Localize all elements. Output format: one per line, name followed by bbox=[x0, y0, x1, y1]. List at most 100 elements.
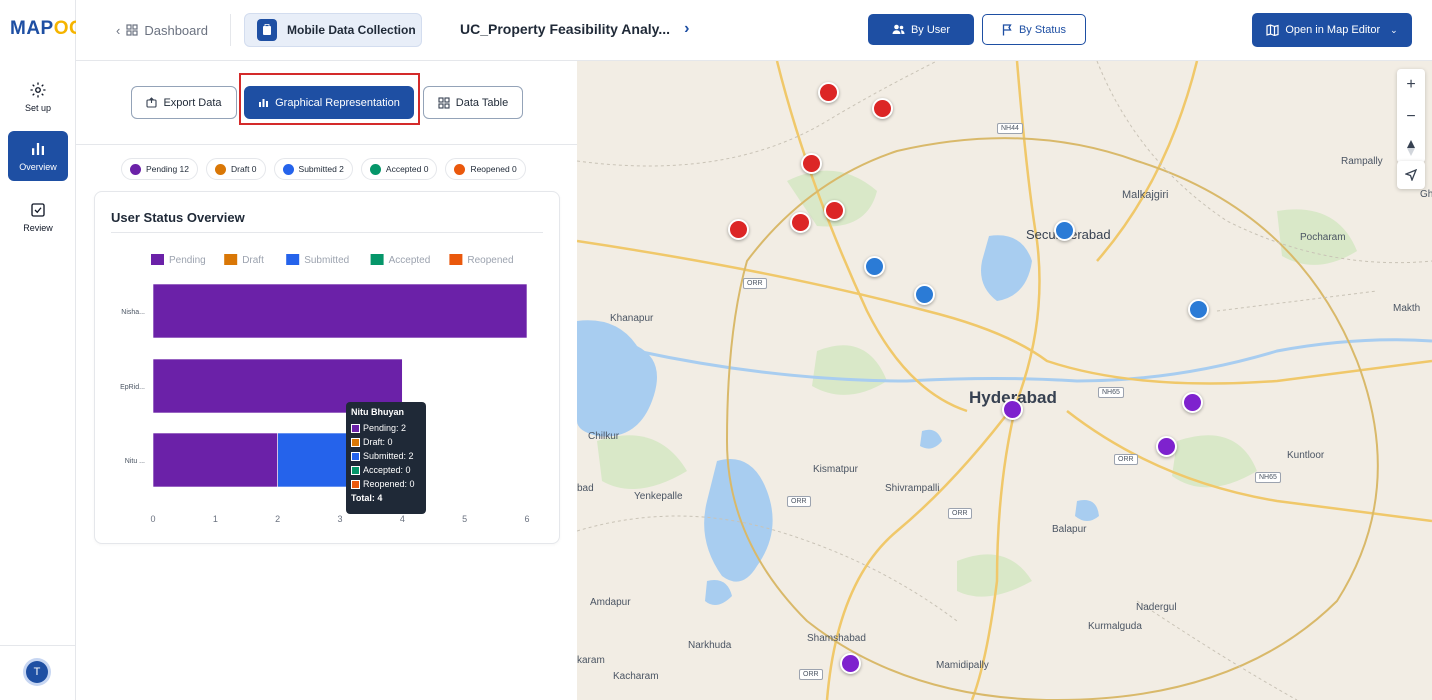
breadcrumb-divider bbox=[230, 14, 231, 46]
category-label: Nisha... bbox=[121, 309, 145, 316]
sidebar-item-label: Review bbox=[23, 223, 53, 233]
legend-label: Pending bbox=[169, 255, 206, 266]
logo[interactable]: MAPOG bbox=[10, 18, 84, 40]
breadcrumb-mobile-data-collection[interactable]: Mobile Data Collection bbox=[244, 13, 422, 47]
x-tick-label: 5 bbox=[462, 514, 467, 524]
map-marker-red[interactable] bbox=[790, 212, 811, 233]
grid-icon bbox=[438, 96, 450, 109]
bar-segment bbox=[152, 283, 528, 339]
map-label-nadergul: Nadergul bbox=[1136, 602, 1177, 613]
sidebar-item-review[interactable]: Review bbox=[8, 192, 68, 242]
chevron-left-icon: ‹ bbox=[116, 22, 121, 38]
x-tick-label: 1 bbox=[213, 514, 218, 524]
grid-icon bbox=[126, 24, 138, 36]
tab-data-table[interactable]: Data Table bbox=[423, 86, 523, 119]
legend-label: Reopened bbox=[467, 255, 513, 266]
map-label-mamidipally: Mamidipally bbox=[936, 660, 989, 671]
status-chip-reopened[interactable]: Reopened 0 bbox=[445, 158, 526, 180]
map-label-yenkepalle: Yenkepalle bbox=[634, 491, 683, 502]
map-marker-red[interactable] bbox=[824, 200, 845, 221]
x-tick-label: 3 bbox=[337, 514, 342, 524]
map-label-narkhuda: Narkhuda bbox=[688, 640, 732, 651]
legend-swatch bbox=[370, 254, 384, 265]
map-marker-purple[interactable] bbox=[1182, 392, 1203, 413]
chevron-down-icon: ⌄ bbox=[1390, 24, 1398, 35]
map-marker-red[interactable] bbox=[801, 153, 822, 174]
tooltip-row: Pending: 2 bbox=[351, 421, 421, 435]
map-marker-red[interactable] bbox=[872, 98, 893, 119]
map-label-amdapur: Amdapur bbox=[590, 597, 631, 608]
map-label-kurmalguda: Kurmalguda bbox=[1088, 621, 1142, 632]
legend-swatch bbox=[151, 254, 164, 265]
map-marker-blue[interactable] bbox=[864, 256, 885, 277]
status-chip-accepted[interactable]: Accepted 0 bbox=[360, 158, 438, 180]
sidebar-item-overview[interactable]: Overview bbox=[8, 131, 68, 181]
map-marker-blue[interactable] bbox=[914, 284, 935, 305]
chevron-right-icon: › bbox=[684, 20, 690, 37]
breadcrumb-dashboard[interactable]: ‹ Dashboard bbox=[106, 14, 218, 46]
map-marker-blue[interactable] bbox=[1188, 299, 1209, 320]
tooltip-title: Nitu Bhuyan bbox=[351, 407, 404, 417]
map-label-kacharam: Kacharam bbox=[613, 671, 659, 682]
view-tabs: Export Data Graphical Representation Dat… bbox=[76, 61, 577, 145]
chart-tooltip: Nitu Bhuyan Pending: 2 Draft: 0 Submitte… bbox=[346, 402, 426, 514]
map-base-layer bbox=[577, 61, 1432, 700]
map-label-malkajgiri: Malkajgiri bbox=[1122, 189, 1169, 201]
map-label-bad: bad bbox=[577, 483, 594, 494]
map-label-makth: Makth bbox=[1393, 303, 1421, 314]
bar-chart-icon bbox=[32, 143, 44, 155]
user-status-bar-chart: Pending Draft Submitted Accepted Reopened Nis… bbox=[120, 254, 530, 524]
x-tick-label: 6 bbox=[524, 514, 529, 524]
analysis-panel: Export Data Graphical Representation Dat… bbox=[76, 61, 577, 700]
open-map-editor-button[interactable]: Open in Map Editor ⌄ bbox=[1252, 13, 1412, 47]
tooltip-row: Submitted: 2 bbox=[351, 449, 421, 463]
highlight-annotation bbox=[239, 73, 420, 125]
map-marker-purple[interactable] bbox=[1156, 436, 1177, 457]
map-marker-purple[interactable] bbox=[840, 653, 861, 674]
by-user-button[interactable]: By User bbox=[868, 14, 974, 45]
card-title: User Status Overview bbox=[111, 210, 245, 225]
map-label-chilkur: Chilkur bbox=[588, 431, 620, 442]
map-marker-blue[interactable] bbox=[1054, 220, 1075, 241]
legend-label: Submitted bbox=[304, 255, 349, 266]
avatar[interactable]: T bbox=[26, 661, 48, 683]
map-view[interactable]: Hyderabad Secunderabad Malkajgiri Khanap… bbox=[577, 61, 1432, 700]
user-status-card: User Status Overview Pending Draft Submitt… bbox=[94, 191, 560, 544]
export-icon bbox=[146, 97, 158, 108]
x-tick-label: 2 bbox=[275, 514, 280, 524]
tooltip-row: Accepted: 0 bbox=[351, 463, 421, 477]
map-label-rampally: Rampally bbox=[1341, 156, 1383, 167]
status-chip-pending[interactable]: Pending 12 bbox=[121, 158, 199, 180]
by-status-button[interactable]: By Status bbox=[982, 14, 1086, 45]
road-shield: ORR bbox=[1114, 454, 1138, 465]
map-marker-purple[interactable] bbox=[1002, 399, 1023, 420]
status-dot bbox=[454, 163, 466, 175]
sidebar-item-label: Set up bbox=[24, 103, 52, 113]
status-chip-submitted[interactable]: Submitted 2 bbox=[273, 158, 353, 180]
breadcrumb-project[interactable]: UC_Property Feasibility Analy... › bbox=[460, 20, 689, 38]
legend-swatch bbox=[449, 254, 463, 265]
x-tick-label: 0 bbox=[150, 514, 155, 524]
map-label-karam: karam bbox=[577, 655, 605, 666]
gear-icon bbox=[30, 82, 46, 98]
zoom-out-button[interactable]: − bbox=[1406, 108, 1415, 126]
clipboard-icon bbox=[257, 19, 277, 41]
status-dot bbox=[282, 163, 294, 175]
sidebar-item-setup[interactable]: Set up bbox=[8, 72, 68, 122]
map-zoom-controls: + − bbox=[1397, 69, 1425, 163]
compass-icon[interactable] bbox=[1406, 140, 1416, 156]
locate-button[interactable] bbox=[1397, 161, 1425, 189]
map-marker-red[interactable] bbox=[728, 219, 749, 240]
map-label-kuntloor: Kuntloor bbox=[1287, 450, 1325, 461]
map-marker-red[interactable] bbox=[818, 82, 839, 103]
sidebar-item-label: Overview bbox=[19, 162, 57, 172]
road-shield: ORR bbox=[799, 669, 823, 680]
legend-label: Accepted bbox=[389, 255, 431, 266]
zoom-in-button[interactable]: + bbox=[1406, 76, 1415, 94]
road-shield: ORR bbox=[787, 496, 811, 507]
locate-arrow-icon bbox=[1405, 169, 1417, 181]
tab-export-data[interactable]: Export Data bbox=[131, 86, 237, 119]
status-chip-draft[interactable]: Draft 0 bbox=[206, 158, 266, 180]
category-label: Nitu ... bbox=[125, 458, 145, 465]
road-shield: NH65 bbox=[1098, 387, 1124, 398]
